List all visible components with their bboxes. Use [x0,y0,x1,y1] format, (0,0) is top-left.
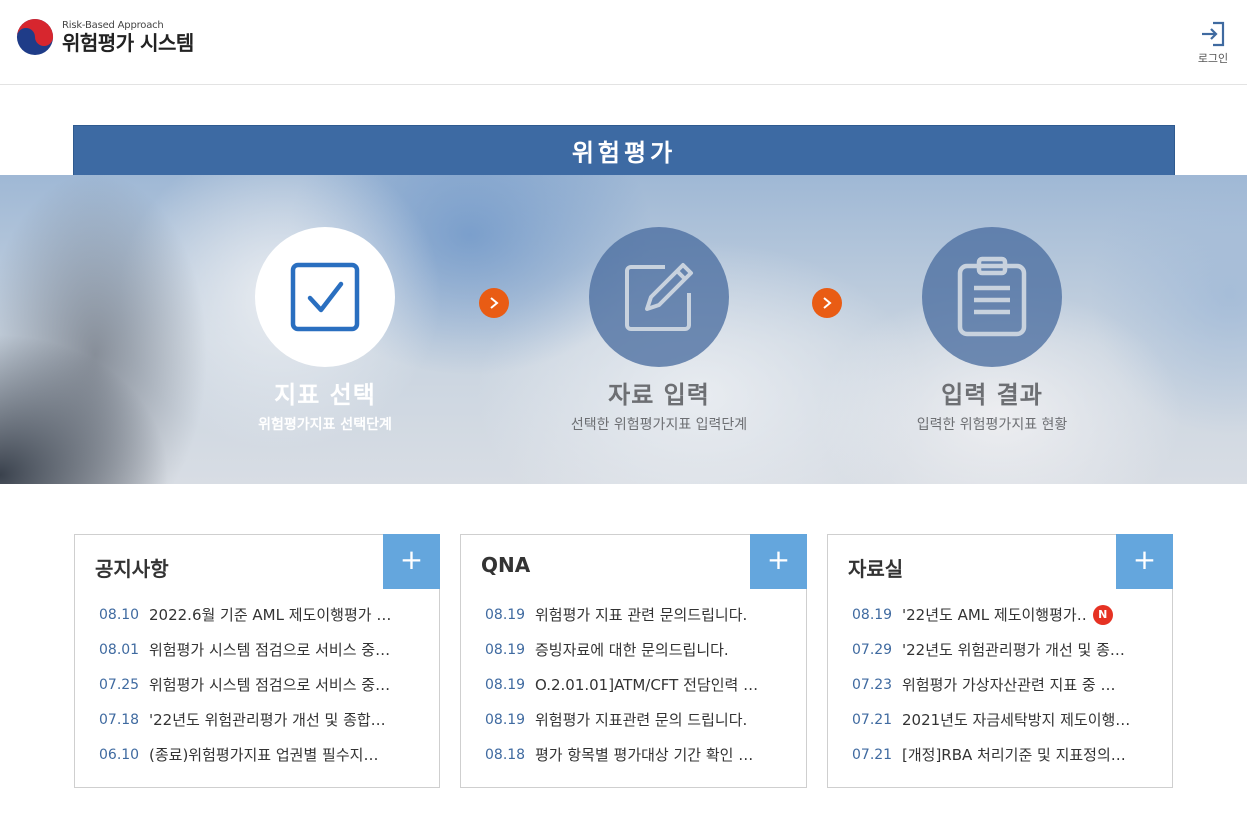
panel-title: 공지사항 [95,557,169,581]
step-circle[interactable] [589,227,729,367]
list-item[interactable]: 08.19 '22년도 AML 제도이행평가‥ N [852,597,1158,632]
item-title[interactable]: 위험평가 시스템 점검으로 서비스 중… [149,639,390,660]
item-date: 08.19 [485,676,526,693]
item-date: 08.19 [485,641,526,658]
logo-subtitle: Risk-Based Approach [62,19,164,31]
step-title: 자료 입력 [608,381,710,409]
archive-more-button[interactable]: + [1116,534,1173,589]
list-item[interactable]: 07.25 위험평가 시스템 점검으로 서비스 중… [99,667,425,702]
step-desc: 선택한 위험평가지표 입력단계 [570,417,748,433]
item-date: 07.23 [852,676,893,693]
qna-panel: QNA + 08.19 위험평가 지표 관련 문의드립니다. 08.19 증빙자료에… [460,534,807,788]
list-item[interactable]: 08.19 위험평가 지표관련 문의 드립니다. [485,702,792,737]
list-item[interactable]: 07.23 위험평가 가상자산관련 지표 중 … [852,667,1158,702]
list-item[interactable]: 08.19 증빙자료에 대한 문의드립니다. [485,632,792,667]
archive-list: 08.19 '22년도 AML 제도이행평가‥ N 07.29 '22년도 위험관리평… [852,597,1158,772]
item-title[interactable]: (종료)위험평가지표 업권별 필수지… [149,744,378,765]
item-date: 07.25 [99,676,140,693]
list-item[interactable]: 08.01 위험평가 시스템 점검으로 서비스 중… [99,632,425,667]
qna-more-button[interactable]: + [750,534,807,589]
logo-title: 위험평가 시스템 [62,30,194,55]
list-item[interactable]: 08.19 O.2.01.01]ATM/CFT 전담인력 … [485,667,792,702]
item-title[interactable]: 위험평가 지표 관련 문의드립니다. [535,604,747,625]
next-step-arrow [812,288,842,318]
item-title[interactable]: 평가 항목별 평가대상 기간 확인 … [535,744,753,765]
item-title[interactable]: '22년도 위험관리평가 개선 및 종… [902,639,1125,660]
item-date: 08.18 [485,746,526,763]
step-input-data[interactable]: 자료 입력 선택한 위험평가지표 입력단계 [539,227,779,434]
login-label: 로그인 [1197,52,1229,65]
panel-title: QNA [481,553,531,577]
item-title[interactable]: [개정]RBA 처리기준 및 지표정의… [902,744,1126,765]
chevron-right-icon [823,297,832,309]
list-item[interactable]: 06.10 (종료)위험평가지표 업권별 필수지… [99,737,425,772]
item-title[interactable]: 증빙자료에 대한 문의드립니다. [535,639,729,660]
item-title[interactable]: 위험평가 지표관련 문의 드립니다. [535,709,747,730]
process-hero: 지표 선택 위험평가지표 선택단계 자료 입력 선택한 위험평가지표 입력단계 [0,175,1247,484]
item-date: 08.10 [99,606,140,623]
item-date: 08.19 [852,606,893,623]
site-header: Risk-Based Approach 위험평가 시스템 로그인 [0,0,1247,85]
list-item[interactable]: 08.19 위험평가 지표 관련 문의드립니다. [485,597,792,632]
step-desc: 입력한 위험평가지표 현황 [916,417,1068,433]
site-logo[interactable]: Risk-Based Approach 위험평가 시스템 [16,18,194,56]
item-date: 07.21 [852,746,893,763]
list-item[interactable]: 07.21 2021년도 자금세탁방지 제도이행… [852,702,1158,737]
step-result[interactable]: 입력 결과 입력한 위험평가지표 현황 [872,227,1112,434]
logo-text: Risk-Based Approach 위험평가 시스템 [62,20,194,55]
list-item[interactable]: 07.18 '22년도 위험관리평가 개선 및 종합… [99,702,425,737]
list-item[interactable]: 08.10 2022.6월 기준 AML 제도이행평가 … [99,597,425,632]
new-badge: N [1092,604,1113,625]
list-item[interactable]: 08.18 평가 항목별 평가대상 기간 확인 … [485,737,792,772]
notice-panel: 공지사항 + 08.10 2022.6월 기준 AML 제도이행평가 … 08.0… [74,534,440,788]
panel-title: 자료실 [848,557,904,581]
item-title[interactable]: '22년도 위험관리평가 개선 및 종합… [149,709,386,730]
item-title[interactable]: 2021년도 자금세탁방지 제도이행… [902,709,1130,730]
item-date: 07.29 [852,641,893,658]
page-title: 위험평가 [73,125,1175,177]
step-title: 입력 결과 [941,381,1043,409]
item-date: 08.19 [485,606,526,623]
item-date: 06.10 [99,746,140,763]
edit-icon [625,263,693,331]
item-date: 08.19 [485,711,526,728]
notice-list: 08.10 2022.6월 기준 AML 제도이행평가 … 08.01 위험평가 시… [99,597,425,772]
notice-more-button[interactable]: + [383,534,440,589]
item-date: 07.21 [852,711,893,728]
item-date: 08.01 [99,641,140,658]
archive-panel: 자료실 + 08.19 '22년도 AML 제도이행평가‥ N 07.29 '22년도… [827,534,1173,788]
item-date: 07.18 [99,711,140,728]
clipboard-icon [957,256,1027,337]
item-title[interactable]: 2022.6월 기준 AML 제도이행평가 … [149,604,391,625]
item-title[interactable]: 위험평가 시스템 점검으로 서비스 중… [149,674,390,695]
login-button[interactable]: 로그인 [1193,20,1233,66]
step-circle[interactable] [922,227,1062,367]
login-icon [1202,21,1225,47]
step-select-indicator[interactable]: 지표 선택 위험평가지표 선택단계 [205,227,445,434]
checkbox-icon [290,262,360,332]
item-title[interactable]: '22년도 AML 제도이행평가‥ [902,604,1087,625]
item-title[interactable]: 위험평가 가상자산관련 지표 중 … [902,674,1115,695]
step-circle[interactable] [255,227,395,367]
list-item[interactable]: 07.21 [개정]RBA 처리기준 및 지표정의… [852,737,1158,772]
item-title[interactable]: O.2.01.01]ATM/CFT 전담인력 … [535,674,758,695]
taegeuk-logo-icon [16,18,54,56]
next-step-arrow [479,288,509,318]
qna-list: 08.19 위험평가 지표 관련 문의드립니다. 08.19 증빙자료에 대한 문의… [485,597,792,772]
list-item[interactable]: 07.29 '22년도 위험관리평가 개선 및 종… [852,632,1158,667]
step-desc: 위험평가지표 선택단계 [258,417,392,433]
step-title: 지표 선택 [274,381,376,409]
chevron-right-icon [490,297,499,309]
